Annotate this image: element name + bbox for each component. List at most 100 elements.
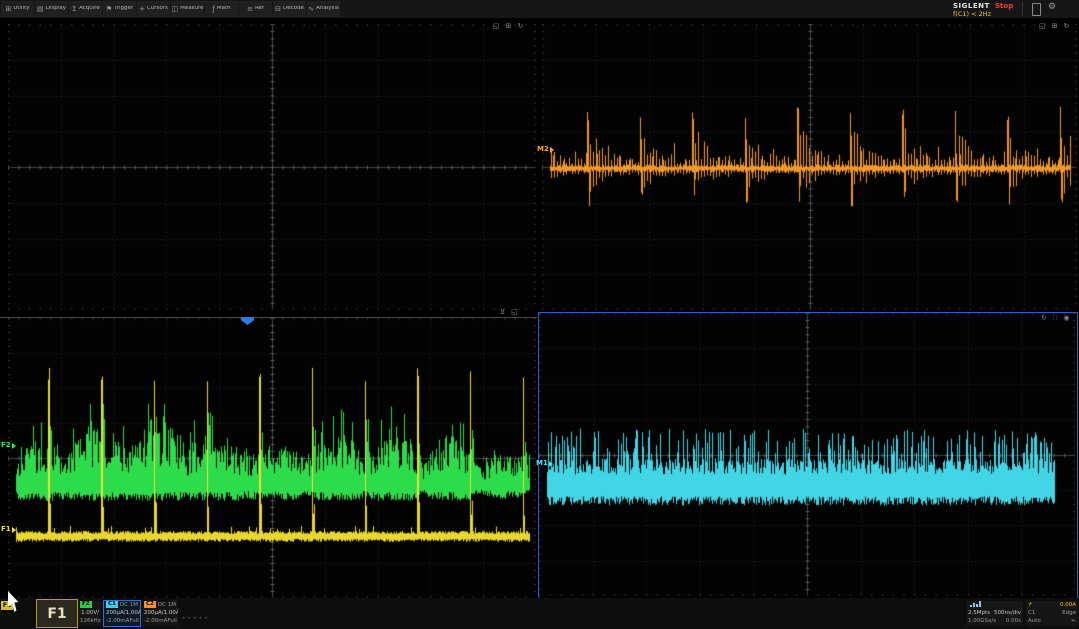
menu-item-ref[interactable]: ≡Ref [239,1,272,17]
descriptor-c1-selected[interactable]: C1DC 1M 200μA/1.00A -2.00mAFull [103,600,141,627]
waveform-canvas-f1-f2 [8,318,536,598]
marker-triangle [12,527,16,533]
channel-label-f2[interactable]: F2 [1,442,16,449]
descriptor-f2[interactable]: F2 1.00V/ 126kHz [78,601,101,626]
c1-coupling: DC 1M [120,601,138,609]
menu-label: Measure [180,6,203,12]
menu-bar: ⊞Utility ▤Display ↥Acquire ⚑Trigger +Cur… [0,0,1079,19]
label-text: M1 [536,460,548,467]
scope-display: ◱ ⊞ ↻ ◱ ⊞ ↻ ⊻ ◱ ↻ ∷ ◉ M2 M1 F2 F1 [0,19,1079,598]
trigger-descriptor[interactable]: ↱0.00A C1Edge Auto⇤ [1026,601,1078,626]
f1-drag-ghost[interactable]: F1 [36,599,78,628]
menu-item-analysis[interactable]: ∿Analysis [307,1,340,17]
resize-icon[interactable]: ◱ [493,23,500,30]
panel-controls-top-right: ◱ ⊞ ↻ [1039,23,1069,30]
trigger-source: C1 [1028,609,1035,617]
channel-label-m1[interactable]: M1 [536,460,553,467]
trigger-delay: 0.00s [1006,617,1021,625]
menu-item-acquire[interactable]: ↥Acquire [69,1,102,17]
menu-item-measure[interactable]: ◫Measure [171,1,204,17]
grid-canvas-top-left [8,24,536,310]
c1-probe: 1.00A [126,609,141,617]
menu-item-math[interactable]: ƒMath [205,1,238,17]
trigger-frequency-readout: f(C1) < 2Hz [953,10,991,18]
menu-label: Analysis [316,6,339,12]
menu-item-decode[interactable]: ⊟Decode [273,1,306,17]
menu-label: Trigger [114,6,133,12]
c2-coupling: DC 1M [158,601,176,609]
c1-chip: C1 [106,601,118,608]
oscilloscope-app: ⊞Utility ▤Display ↥Acquire ⚑Trigger +Cur… [0,0,1079,629]
refresh-icon[interactable]: ↻ [1041,315,1047,322]
panel-controls-bottom-left: ⊻ ◱ [500,309,518,316]
grid-icon[interactable]: ⊞ [1052,23,1058,30]
grid-icon[interactable]: ∷ [1053,315,1057,322]
trigger-type: Edge [1062,609,1076,617]
timebase-descriptor[interactable]: 2.5Mpts500ns/div 1.00GSa/s0.00s [966,601,1023,626]
display-icon: ▤ [37,6,44,13]
menu-item-trigger[interactable]: ⚑Trigger [103,1,136,17]
c2-offset: -2.00mA [144,617,167,625]
ref-icon: ≡ [247,6,253,13]
waveform-canvas-m1 [539,313,1075,596]
acquisition-status[interactable]: Stop [995,2,1013,10]
f2-scale: 1.00V/ [81,609,99,617]
c1-scale: 200μA/ [106,609,126,617]
menu-label: Utility [13,6,29,12]
menu-label: Ref [255,6,264,12]
label-text: M2 [537,146,549,153]
header-right: SIGLENT Stop f(C1) < 2Hz ⚙ [950,0,1079,18]
decode-icon: ⊟ [275,6,281,13]
menu-label: Decode [283,6,304,12]
c2-probe: 1.00A [164,609,178,617]
marker-triangle [550,147,554,153]
panel-controls-bottom-right: ↻ ∷ ◉ [1041,315,1069,322]
acquire-icon: ↥ [71,6,77,13]
panel-top-left[interactable] [8,24,536,310]
waveform-canvas-m2 [542,24,1077,310]
panel-bottom-right-selected[interactable] [538,312,1078,599]
panel-top-right[interactable] [542,24,1077,310]
grid-icon[interactable]: ⊞ [506,23,512,30]
gear-icon[interactable]: ⚙ [1048,3,1056,12]
sample-rate: 1.00GSa/s [968,617,996,625]
panel-bottom-left[interactable] [8,318,536,598]
f2-chip: F2 [80,601,92,608]
separator [1022,2,1023,16]
channel-label-f1[interactable]: F1 [1,526,16,533]
brand-logo: SIGLENT [953,2,990,10]
trigger-icon: ⚑ [106,6,112,13]
menu-item-cursors[interactable]: +Cursors [137,1,170,17]
c2-scale: 200μA/ [144,609,164,617]
math-icon: ƒ [212,6,214,13]
timebase-scale: 500ns/div [994,609,1021,617]
trigger-mode: Auto [1028,617,1041,625]
more-channels-ellipsis[interactable]: ••••• [182,615,210,622]
menu-item-display[interactable]: ▤Display [35,1,68,17]
descriptor-c2[interactable]: C2DC 1M 200μA/1.00A -2.00mAFull [142,601,178,626]
channel-label-m2[interactable]: M2 [537,146,554,153]
f2-freq: 126kHz [80,617,101,625]
marker-triangle [549,461,553,467]
c2-bandwidth: Full [167,617,176,625]
measure-icon: ◫ [172,6,179,13]
menu-label: Math [217,6,231,12]
record-icon[interactable]: ◉ [1063,315,1069,322]
c1-bandwidth: Full [129,617,138,625]
menu-item-utility[interactable]: ⊞Utility [1,1,34,17]
utility-icon: ⊞ [5,6,11,13]
c2-chip: C2 [144,601,156,608]
trigger-position-icon: ⇤ [1071,617,1076,625]
analysis-icon: ∿ [308,6,314,13]
refresh-icon[interactable]: ↻ [518,23,524,30]
menu: ⊞Utility ▤Display ↥Acquire ⚑Trigger +Cur… [1,0,341,18]
memory-depth-icon [970,601,981,607]
collapse-icon[interactable]: ⊻ [500,309,505,316]
phone-icon[interactable] [1032,3,1041,16]
c1-offset: -2.00mA [106,617,129,625]
cursors-icon: + [139,6,145,13]
resize-icon[interactable]: ◱ [511,309,518,316]
resize-icon[interactable]: ◱ [1039,23,1046,30]
refresh-icon[interactable]: ↻ [1064,23,1070,30]
trigger-level: 0.00A [1060,601,1076,609]
